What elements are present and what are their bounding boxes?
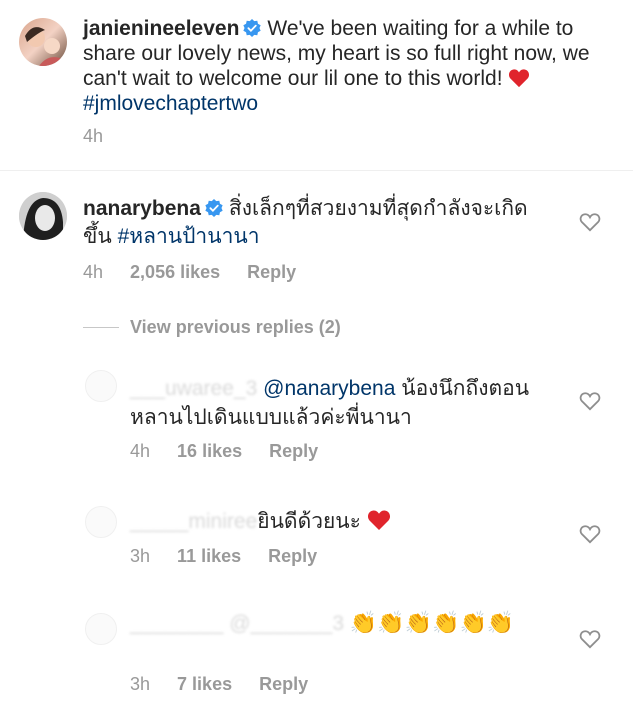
reply-body: _____minireeยินดีด้วยนะ — [130, 507, 560, 536]
comment-time: 4h — [83, 262, 104, 282]
reply-meta: 3h 7 likes Reply — [130, 674, 309, 694]
reply-username-blurred[interactable]: _____miniree — [130, 510, 257, 533]
reply-button[interactable]: Reply — [259, 674, 308, 694]
like-heart-icon[interactable] — [579, 524, 601, 544]
post-username[interactable]: janienineeleven — [83, 17, 239, 40]
comment-avatar[interactable] — [19, 192, 67, 240]
red-heart-emoji — [367, 510, 390, 530]
reply-text: ยินดีด้วยนะ — [257, 510, 361, 533]
reply-username-blurred[interactable]: ___uwaree_3 — [130, 377, 257, 400]
reply-meta: 4h 16 likes Reply — [130, 441, 319, 461]
clapping-hands-emoji: 👏👏👏👏👏👏 — [349, 610, 515, 635]
post-avatar[interactable] — [19, 18, 67, 66]
like-heart-icon[interactable] — [579, 212, 601, 232]
comment-reply-button[interactable]: Reply — [247, 262, 296, 282]
reply-button[interactable]: Reply — [268, 546, 317, 566]
view-previous-replies-button[interactable]: View previous replies (2) — [130, 317, 341, 338]
reply-meta: 3h 11 likes Reply — [130, 546, 318, 566]
post-timestamp: 4h — [83, 126, 104, 146]
reply-mention[interactable]: @nanarybena — [263, 377, 395, 400]
reply-avatar[interactable] — [85, 613, 117, 645]
reply-username-blurred[interactable]: ________ @_______3 — [130, 612, 344, 635]
view-replies-line — [83, 327, 119, 328]
post-caption: janienineeleven We've been waiting for a … — [83, 16, 613, 116]
comment-hashtag[interactable]: #หลานป้านานา — [118, 225, 260, 248]
verified-badge-icon — [243, 19, 262, 37]
reply-avatar[interactable] — [85, 370, 117, 402]
reply-body: ________ @_______3 👏👏👏👏👏👏 — [130, 606, 540, 641]
verified-badge-icon — [205, 199, 223, 217]
comment-username[interactable]: nanarybena — [83, 197, 201, 220]
comment-likes[interactable]: 2,056 likes — [130, 262, 220, 282]
like-heart-icon[interactable] — [579, 391, 601, 411]
post-divider — [0, 170, 633, 171]
like-heart-icon[interactable] — [579, 629, 601, 649]
reply-avatar[interactable] — [85, 506, 117, 538]
post-hashtag[interactable]: #jmlovechaptertwo — [83, 92, 258, 115]
reply-button[interactable]: Reply — [269, 441, 318, 461]
red-heart-emoji — [509, 69, 530, 88]
comment-meta: 4h 2,056 likes Reply — [83, 262, 318, 283]
reply-body: ___uwaree_3 @nanarybena น้องนึกถึงตอนหลา… — [130, 374, 560, 432]
comment-body: nanarybena สิ่งเล็กๆที่สวยงามที่สุดกำลังจ… — [83, 195, 553, 251]
